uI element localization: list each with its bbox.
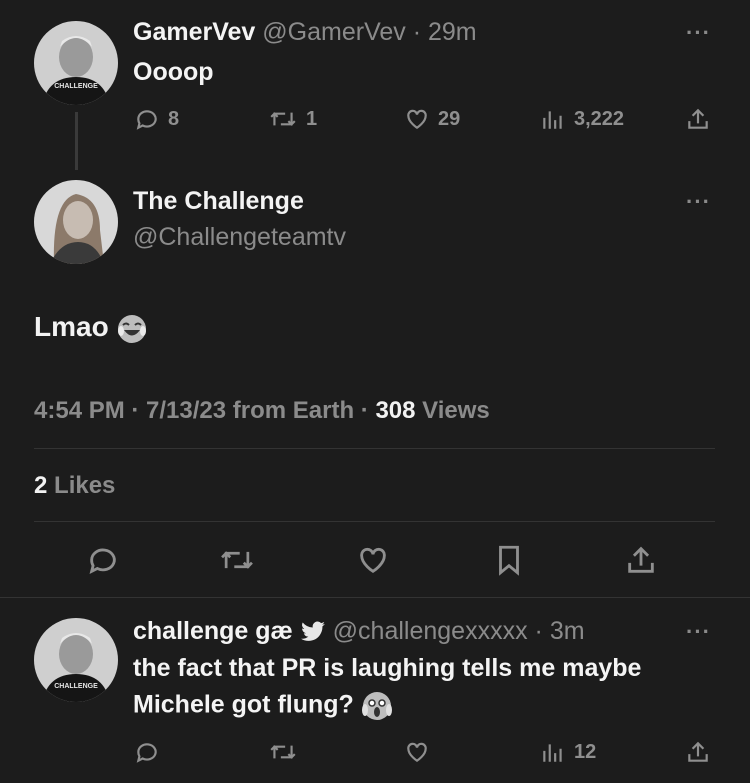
tweet1-header: GamerVev @GamerVev · 29m (133, 18, 477, 47)
reply-header: challenge gæ @challengexxxxx · 3m (133, 617, 585, 646)
reply-count: 8 (168, 107, 180, 130)
share-button[interactable] (685, 106, 711, 132)
likes-label: Likes (47, 472, 116, 499)
retweet-icon (221, 551, 253, 569)
reply-text-line1: the fact that PR is laughing tells me ma… (133, 654, 642, 682)
views-count: 12 (574, 740, 597, 763)
reply-button[interactable]: 8 (134, 106, 179, 132)
retweet-icon (270, 745, 296, 759)
more-options-icon[interactable]: ··· (686, 189, 711, 215)
face-with-tears-of-joy-icon (118, 314, 147, 343)
heart-icon (407, 742, 427, 762)
more-options-icon[interactable]: ··· (686, 20, 711, 46)
reply-text-line2: Michele got flung? (133, 690, 393, 722)
avatar-the-challenge[interactable] (34, 180, 118, 264)
heart-icon (360, 547, 386, 574)
dot-separator: · (405, 18, 428, 46)
retweet-icon (270, 112, 296, 126)
author-handle[interactable]: @challengexxxxx (333, 617, 528, 645)
views-label: Views (415, 397, 490, 424)
dot-separator: · (527, 617, 550, 645)
likes-summary[interactable]: 2 Likes (34, 472, 115, 500)
views-icon (543, 744, 562, 762)
divider (0, 597, 750, 598)
retweet-button[interactable] (268, 739, 298, 765)
face-screaming-in-fear-icon (361, 692, 392, 720)
tweet-meta: 4:54 PM · 7/13/23 from Earth · 308 Views (34, 397, 490, 425)
tweet1-text: Oooop (133, 58, 214, 86)
reply-text: Michele got flung? (133, 690, 354, 719)
share-icon (688, 108, 708, 129)
views-number: 308 (375, 397, 416, 424)
more-options-icon[interactable]: ··· (686, 619, 711, 645)
like-count: 29 (438, 107, 461, 130)
views-icon (543, 111, 562, 129)
share-button[interactable] (624, 543, 658, 577)
retweet-button[interactable]: 1 (268, 106, 317, 132)
reply-button[interactable] (86, 543, 120, 577)
author-handle[interactable]: @Challengeteamtv (133, 223, 346, 252)
like-button[interactable] (356, 543, 390, 577)
like-button[interactable]: 29 (404, 106, 460, 132)
views-button[interactable]: 12 (540, 739, 596, 765)
avatar-logo-text: CHALLENGE (54, 83, 98, 90)
share-icon (688, 741, 708, 762)
avatar-logo-text: CHALLENGE (54, 683, 98, 690)
tweet-time[interactable]: 3m (550, 617, 585, 645)
heart-icon (407, 109, 427, 129)
bookmark-button[interactable] (492, 543, 526, 577)
twitter-bird-icon (300, 621, 325, 642)
share-button[interactable] (685, 739, 711, 765)
divider (34, 521, 715, 522)
share-icon (628, 546, 654, 573)
main-tweet-text: Lmao (34, 311, 148, 345)
divider (34, 448, 715, 449)
retweet-button[interactable] (218, 543, 256, 577)
retweet-count: 1 (306, 107, 318, 130)
avatar-gamervev[interactable]: CHALLENGE (34, 21, 118, 105)
reply-icon (136, 110, 157, 130)
tweet-text: Lmao (34, 311, 109, 342)
timestamp[interactable]: 4:54 PM · 7/13/23 from Earth · (34, 397, 375, 424)
author-name[interactable]: The Challenge (133, 187, 304, 216)
author-name[interactable]: GamerVev (133, 18, 255, 46)
like-button[interactable] (404, 739, 430, 765)
reply-button[interactable] (134, 739, 160, 765)
reply-icon (136, 743, 157, 763)
avatar-challenge-gae[interactable]: CHALLENGE (34, 618, 118, 702)
author-handle[interactable]: @GamerVev (262, 18, 405, 46)
tweet-time[interactable]: 29m (428, 18, 477, 46)
bookmark-icon (499, 545, 519, 576)
reply-icon (89, 548, 116, 574)
thread-line (75, 112, 78, 170)
likes-number: 2 (34, 472, 48, 499)
views-button[interactable]: 3,222 (540, 106, 624, 132)
author-name[interactable]: challenge gæ (133, 617, 293, 645)
views-count: 3,222 (574, 107, 625, 130)
